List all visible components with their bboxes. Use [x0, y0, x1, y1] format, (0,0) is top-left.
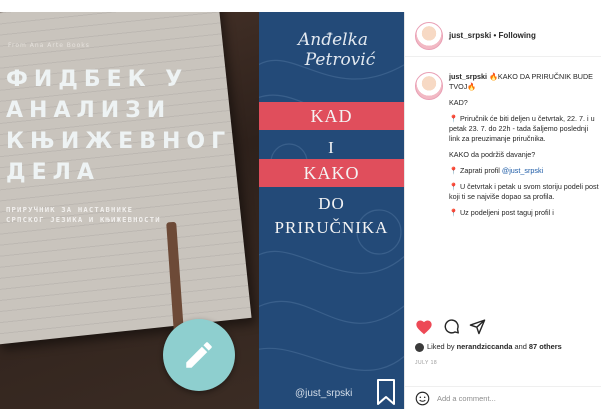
profile-link[interactable]: @just_srpski	[502, 166, 543, 175]
poster-band: KAKO	[259, 159, 404, 187]
author-line: Petrović	[304, 50, 376, 70]
avatar[interactable]	[415, 72, 443, 100]
comment-bar: Add a comment...	[405, 386, 601, 409]
caption-username[interactable]: just_srpski	[449, 72, 487, 81]
instagram-panel: just_srpski • Following just_srpski 🔥KAK…	[404, 12, 601, 409]
poster-band: KAD	[259, 102, 404, 130]
fire-icon: 🔥	[488, 72, 498, 81]
author-name: Anđelka Petrović	[273, 30, 393, 70]
likes-others[interactable]: 87 others	[529, 342, 562, 351]
book-title-line: ДЕЛА	[6, 160, 100, 185]
pin-icon: 📍	[449, 166, 458, 175]
poster-line: DO	[318, 194, 345, 213]
book-title-line: АНАЛИЗИ	[6, 98, 172, 123]
caption-line: U četvrtak i petak u svom storiju podeli…	[449, 182, 599, 201]
following-label[interactable]: • Following	[493, 31, 535, 40]
caption-line: Uz podeljeni post taguj profil i	[459, 208, 554, 217]
caption-line: Zaprati profil	[459, 166, 500, 175]
likes-mid: and	[514, 342, 527, 351]
poster-line: KAD	[310, 105, 353, 126]
liker-avatar[interactable]	[415, 342, 424, 352]
avatar[interactable]	[415, 22, 443, 50]
header-username[interactable]: just_srpski • Following	[449, 31, 536, 40]
username-link[interactable]: just_srpski	[449, 31, 491, 40]
fire-icon: 🔥	[467, 82, 477, 91]
book-subtitle: ПРИРУЧНИК ЗА НАСТАВНИКЕ СРПСКОГ ЈЕЗИКА И…	[6, 205, 254, 225]
likes-user[interactable]: nerandziccanda	[457, 342, 513, 351]
book-subtitle-line: ПРИРУЧНИК ЗА НАСТАВНИКЕ	[6, 205, 134, 214]
comment-icon[interactable]	[443, 318, 460, 335]
book-title-line: КЊИЖЕВНОГ	[6, 129, 232, 154]
screenshot-frame: From Ana Arte Books ФИДБЕК У АНАЛИЗИ КЊИ…	[0, 0, 601, 409]
post-header: just_srpski • Following	[405, 12, 601, 57]
likes-prefix: Liked by	[427, 342, 455, 351]
book-title: ФИДБЕК У АНАЛИЗИ КЊИЖЕВНОГ ДЕЛА	[6, 64, 254, 188]
book-subtitle-line: СРПСКОГ ЈЕЗИКА И КЊИЖЕВНОСТИ	[6, 215, 161, 224]
publisher-tag: From Ana Arte Books	[8, 42, 90, 49]
action-bar	[415, 317, 595, 337]
emoji-icon[interactable]	[415, 391, 430, 406]
caption-line: KAD?	[449, 98, 468, 107]
share-icon[interactable]	[469, 318, 486, 335]
poster-line: PRIRUČNIKA	[274, 218, 389, 237]
post-date: JULY 18	[415, 360, 438, 366]
book-title-line: ФИДБЕК У	[6, 67, 189, 92]
caption-line: Priručnik će biti deljen u četvrtak, 22.…	[449, 114, 595, 143]
poster-image: Anđelka Petrović KAD I KAKO DO PRIRUČNIK…	[259, 12, 404, 409]
pin-icon: 📍	[449, 208, 458, 217]
caption-area: just_srpski 🔥KAKO DA PRIRUČNIK BUDE TVOJ…	[405, 68, 601, 318]
heart-icon[interactable]	[415, 319, 433, 335]
pin-icon: 📍	[449, 114, 458, 123]
caption-text: just_srpski 🔥KAKO DA PRIRUČNIK BUDE TVOJ…	[449, 72, 599, 224]
pin-icon: 📍	[449, 182, 458, 191]
poster-handle: @just_srpski	[295, 388, 353, 399]
author-line: Anđelka	[297, 30, 369, 50]
pencil-icon	[186, 342, 212, 368]
comment-input[interactable]: Add a comment...	[437, 394, 496, 403]
poster-line: KAKO	[303, 162, 360, 183]
bookmark-icon[interactable]	[375, 378, 397, 406]
likes-summary: Liked by nerandziccanda and 87 others	[415, 342, 562, 352]
book-cover-image: From Ana Arte Books ФИДБЕК У АНАЛИЗИ КЊИ…	[0, 12, 259, 409]
caption-line: KAKO da podržiš davanje?	[449, 150, 536, 159]
edit-fab-button[interactable]	[163, 319, 235, 391]
poster-line: I	[328, 138, 335, 157]
